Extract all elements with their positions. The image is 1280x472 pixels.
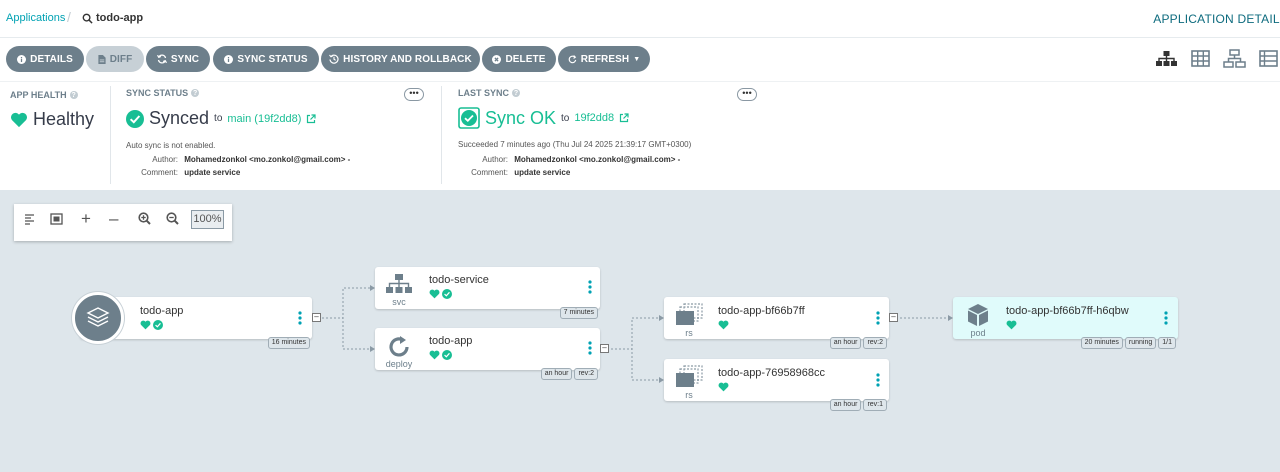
replicaset-node[interactable]: rs todo-app-76958968cc an hour rev:1 [664, 359, 889, 411]
more-vertical-icon[interactable] [876, 311, 880, 325]
app-node[interactable]: todo-app – 16 minutes [72, 292, 321, 349]
heart-icon [429, 289, 440, 299]
heart-icon [718, 382, 729, 392]
network-icon [386, 274, 412, 293]
pod-node[interactable]: pod todo-app-bf66b7ff-h6qbw 20 minutes r… [953, 297, 1178, 349]
cube-icon [968, 304, 988, 326]
more-vertical-icon[interactable] [1164, 311, 1168, 325]
app-node-status [140, 320, 163, 330]
replicaset-icon [676, 303, 703, 325]
more-vertical-icon[interactable] [876, 373, 880, 387]
replicaset-node[interactable]: rs todo-app-bf66b7ff – an hour rev:2 [664, 297, 898, 349]
replicaset-icon [676, 365, 703, 387]
service-node-tags: 7 minutes [559, 307, 598, 319]
deploy-icon [389, 336, 409, 357]
pod-node-tags: 20 minutes running 1/1 [1080, 337, 1176, 349]
collapse-toggle[interactable]: – [889, 313, 898, 322]
deployment-node[interactable]: deploy todo-app – an hour rev:2 [375, 328, 609, 380]
layers-icon [86, 307, 110, 327]
replicaset-node-tags: an hour rev:2 [829, 337, 887, 349]
more-vertical-icon[interactable] [588, 341, 592, 355]
check-circle-icon [153, 320, 163, 330]
replicaset-node-status [718, 320, 729, 330]
replicaset-node-status [718, 382, 729, 392]
app-node-icon-circle [72, 292, 124, 344]
heart-icon [429, 350, 440, 360]
deployment-node-status [429, 350, 452, 360]
more-vertical-icon[interactable] [298, 311, 302, 325]
check-circle-icon [442, 350, 452, 360]
heart-icon [1006, 320, 1017, 330]
collapse-toggle[interactable]: – [600, 344, 609, 353]
heart-icon [718, 320, 729, 330]
service-node[interactable]: svc todo-service 7 minutes [375, 267, 600, 319]
graph-edges [318, 285, 953, 383]
collapse-toggle[interactable]: – [312, 313, 321, 322]
heart-icon [140, 320, 151, 330]
check-circle-icon [442, 289, 452, 299]
app-node-tags: 16 minutes [267, 337, 310, 349]
pod-node-status [1006, 320, 1017, 330]
more-vertical-icon[interactable] [588, 280, 592, 294]
deployment-node-tags: an hour rev:2 [540, 368, 598, 380]
replicaset-node-tags: an hour rev:1 [829, 399, 887, 411]
service-node-status [429, 289, 452, 299]
